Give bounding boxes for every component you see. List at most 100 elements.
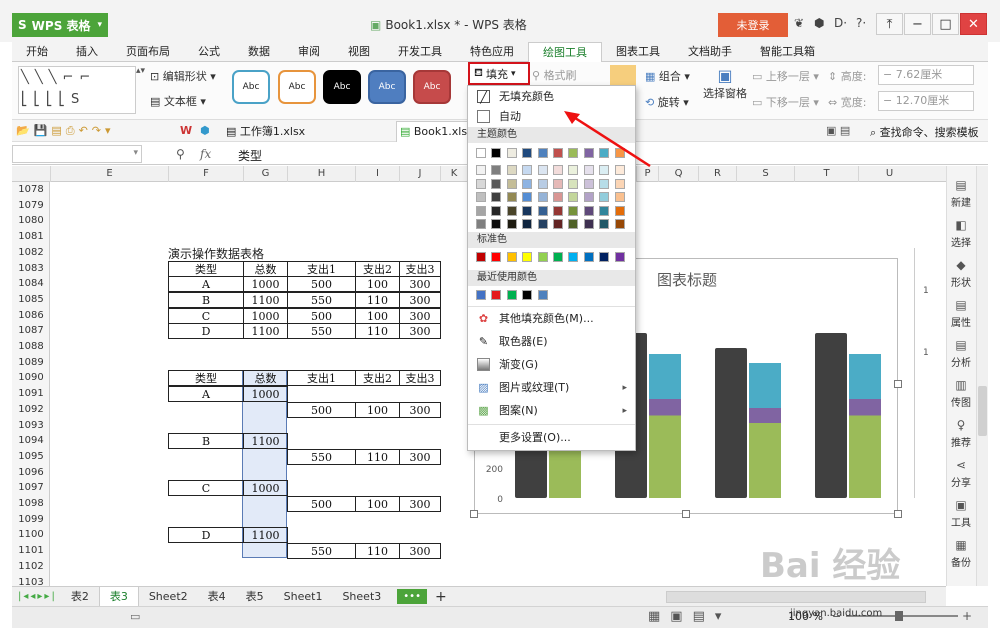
color-swatch[interactable] [476,290,486,300]
quick-access-toolbar[interactable]: 📂💾▤⎙↶↷▾ [16,124,115,138]
color-swatch[interactable] [506,205,517,216]
bar-segment[interactable] [649,399,681,416]
bar-segment[interactable] [749,363,781,408]
color-swatch[interactable] [599,205,610,216]
color-swatch[interactable] [537,252,548,262]
menu-tab[interactable]: 智能工具箱 [746,42,829,62]
menu-tab[interactable]: 开发工具 [384,42,456,62]
bar-total[interactable] [715,348,747,498]
table-cell[interactable]: 550 [287,543,356,560]
column-label[interactable]: H [287,166,355,182]
color-swatch[interactable] [583,252,594,262]
table-cell[interactable]: 110 [355,291,400,308]
menu-tab[interactable]: 开始 [12,42,62,62]
column-label[interactable]: S [736,166,794,182]
color-swatch[interactable] [522,219,533,229]
menu-tab[interactable]: 文档助手 [674,42,746,62]
color-swatch[interactable] [599,178,610,189]
column-label[interactable]: E [50,166,168,182]
table-cell[interactable]: 支出1 [287,260,356,277]
column-label[interactable]: K [440,166,467,182]
bar-segment[interactable] [849,415,881,499]
color-swatch[interactable] [537,178,548,189]
color-swatch[interactable] [537,165,548,175]
table-cell[interactable]: 支出1 [287,370,356,387]
table-cell[interactable]: 550 [287,323,356,340]
textbox-button[interactable]: ▤ 文本框 ▾ [150,93,206,109]
table-cell[interactable]: D [168,527,244,544]
menu-tab[interactable]: 审阅 [284,42,334,62]
wps-w-icon[interactable]: W [180,124,192,137]
color-swatch[interactable] [506,192,517,202]
table-cell[interactable]: 110 [355,448,400,465]
color-swatch[interactable] [583,205,594,216]
row-label[interactable]: 1079 [12,198,50,214]
sheet-tab[interactable]: 表4 [198,587,236,607]
table-cell[interactable]: 500 [287,496,356,512]
side-panel-4[interactable]: ▤ 属性 [946,298,976,329]
table-cell[interactable]: 1100 [243,291,288,308]
table-cell[interactable]: 总数 [243,260,288,277]
bring-forward-button[interactable]: ▭ 上移一层 ▾ [752,68,819,84]
table-cell[interactable]: 500 [287,401,356,418]
bar-segment[interactable] [749,408,781,423]
color-swatch[interactable] [491,192,502,202]
row-label[interactable]: 1086 [12,308,50,324]
table-cell[interactable]: 100 [355,307,400,324]
add-sheet-icon[interactable]: + [435,589,447,605]
row-label[interactable]: 1097 [12,480,50,496]
table-cell[interactable]: 100 [355,276,400,293]
row-label[interactable]: 1099 [12,512,50,528]
row-label[interactable]: 1082 [12,245,50,261]
table-cell[interactable]: 300 [399,307,441,324]
table-cell[interactable]: 300 [399,276,441,293]
table-cell[interactable]: 总数 [243,370,288,387]
resize-handle[interactable] [470,510,478,518]
row-label[interactable]: 1096 [12,465,50,481]
table-cell[interactable]: 300 [399,401,441,418]
picture-texture-option[interactable]: ▨ 图片或纹理(T) ▸ [468,377,635,399]
row-label[interactable]: 1089 [12,355,50,371]
row-label[interactable]: 1093 [12,418,50,434]
side-panel-6[interactable]: ▥ 传图 [946,378,976,409]
width-input[interactable]: − 12.70厘米 [878,91,974,111]
more-fill-colors-option[interactable]: ✿ 其他填充颜色(M)... [468,308,635,330]
doc-tab-book1[interactable]: ▤ Book1.xlsx [396,121,470,142]
table-cell[interactable]: A [168,386,244,403]
color-swatch[interactable] [476,165,486,175]
table-cell[interactable]: 1100 [243,323,288,340]
color-swatch[interactable] [537,148,548,158]
shape-style-option[interactable]: Abc [323,70,361,104]
bar-segment[interactable] [749,423,781,498]
column-label[interactable]: T [794,166,858,182]
color-swatch[interactable] [491,219,502,229]
table-cell[interactable]: 550 [287,291,356,308]
table-cell[interactable]: 300 [399,291,441,308]
sheet-nav-icon[interactable]: |◂◂▸▸| [12,591,61,602]
color-swatch[interactable] [553,205,563,216]
table-cell[interactable]: 110 [355,543,400,560]
row-label[interactable]: 1095 [12,449,50,465]
color-swatch[interactable] [522,205,533,216]
doc-tab-workbook1[interactable]: ▤ 工作簿1.xlsx [226,123,305,139]
color-swatch[interactable] [568,219,579,229]
color-swatch[interactable] [491,148,502,158]
side-panel-5[interactable]: ▤ 分析 [946,338,976,369]
color-swatch[interactable] [537,192,548,202]
edit-shape-button[interactable]: ⊡ 编辑形状 ▾ [150,68,216,84]
color-swatch[interactable] [491,165,502,175]
color-swatch[interactable] [506,290,517,300]
row-label[interactable]: 1092 [12,402,50,418]
color-swatch[interactable] [476,205,486,216]
color-swatch[interactable] [553,178,563,189]
row-label[interactable]: 1088 [12,339,50,355]
column-label[interactable]: F [168,166,243,182]
zoom-icon[interactable]: ⚲ [176,147,185,161]
resize-handle[interactable] [682,510,690,518]
color-swatch[interactable] [476,192,486,202]
color-swatch[interactable] [476,178,486,189]
color-swatch[interactable] [506,178,517,189]
column-label[interactable]: R [698,166,736,182]
shape-style-option[interactable]: Abc [232,70,270,104]
color-swatch[interactable] [522,165,533,175]
